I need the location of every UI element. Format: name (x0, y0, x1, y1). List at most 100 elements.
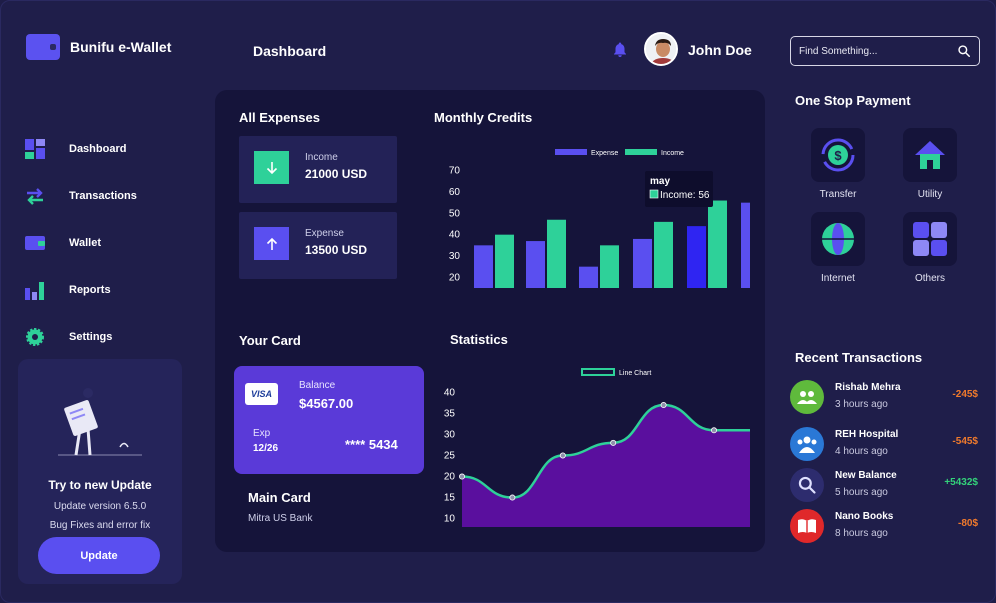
search-box[interactable]: Find Something... (790, 36, 980, 66)
pay-others[interactable]: Others (900, 212, 960, 284)
bar-income (547, 219, 566, 288)
transaction-item[interactable]: Nano Books 8 hours ago -80$ (790, 509, 990, 547)
chart-tooltip: may Income: 56 (645, 171, 713, 207)
data-point (660, 402, 667, 409)
legend-label-line: Line Chart (619, 370, 651, 377)
update-version: Update version 6.5.0 (53, 501, 147, 512)
pay-transfer[interactable]: $ Transfer (808, 128, 868, 200)
expense-card[interactable]: Expense 13500 USD (239, 212, 397, 279)
y-tick-label: 35 (444, 408, 456, 419)
legend-label-income: Income (661, 150, 684, 157)
transaction-time: 5 hours ago (835, 487, 888, 498)
transaction-item[interactable]: REH Hospital 4 hours ago -545$ (790, 427, 990, 465)
others-icon (903, 212, 957, 266)
pay-item-label: Transfer (819, 189, 857, 200)
data-point (509, 494, 516, 501)
income-label: Income (305, 152, 338, 163)
y-tick-label: 50 (449, 208, 461, 219)
bar-expense (633, 238, 652, 288)
bar-income (600, 245, 619, 288)
sidebar-item-label: Reports (69, 283, 111, 296)
search-icon[interactable] (957, 44, 971, 58)
svg-text:$: $ (834, 148, 842, 163)
transaction-name: REH Hospital (835, 429, 899, 440)
statistics-title: Statistics (450, 332, 508, 347)
bell-icon[interactable] (611, 41, 629, 59)
tooltip-title: may (650, 176, 670, 187)
data-point (610, 439, 617, 446)
legend-swatch-line (581, 368, 615, 376)
utility-icon (903, 128, 957, 182)
pay-item-label: Utility (917, 189, 943, 200)
bar-income (654, 221, 673, 288)
bar-expense (579, 266, 598, 288)
transaction-amount: +5432$ (944, 477, 978, 488)
transaction-time: 8 hours ago (835, 528, 888, 539)
credit-card[interactable]: VISA Balance $4567.00 Exp 12/26 **** 543… (234, 366, 424, 474)
data-point (710, 427, 717, 434)
sidebar-item-label: Transactions (69, 189, 137, 202)
transaction-amount: -545$ (952, 436, 978, 447)
income-card[interactable]: Income 21000 USD (239, 136, 397, 203)
card-number: **** 5434 (345, 437, 398, 452)
app-window: Bunifu e-Wallet Dashboard John Doe Find … (0, 0, 996, 603)
sidebar-item-reports[interactable]: Reports (25, 266, 137, 313)
sidebar-item-transactions[interactable]: Transactions (25, 172, 137, 219)
user-avatar-icon (646, 34, 676, 64)
y-tick-label: 30 (449, 251, 461, 262)
tooltip-text: Income: 56 (660, 190, 710, 201)
sidebar-item-wallet[interactable]: Wallet (25, 219, 137, 266)
card-bank: Mitra US Bank (248, 513, 313, 524)
bar-income (708, 200, 727, 288)
hospital-icon (790, 427, 824, 461)
y-tick-label: 10 (444, 514, 456, 525)
avatar[interactable] (644, 32, 678, 66)
balance-value: $4567.00 (299, 396, 354, 411)
arrow-up-icon (254, 227, 289, 260)
settings-icon (25, 327, 45, 347)
expiry-label: Exp (253, 428, 271, 439)
transaction-item[interactable]: New Balance 5 hours ago +5432$ (790, 468, 990, 506)
y-tick-label: 15 (444, 493, 456, 504)
legend-swatch-income (625, 149, 657, 155)
recent-transactions-title: Recent Transactions (795, 350, 923, 365)
bar-income (495, 234, 514, 288)
arrow-down-icon (254, 151, 289, 184)
sidebar-item-label: Dashboard (69, 142, 127, 155)
transaction-time: 3 hours ago (835, 399, 888, 410)
y-tick-label: 70 (449, 166, 461, 177)
sidebar-item-dashboard[interactable]: Dashboard (25, 125, 137, 172)
user-name[interactable]: John Doe (688, 42, 752, 58)
sidebar-item-label: Settings (69, 330, 113, 343)
update-button[interactable]: Update (38, 537, 160, 574)
expenses-title: All Expenses (239, 110, 320, 125)
transaction-name: Rishab Mehra (835, 382, 901, 393)
update-card: Try to new Update Update version 6.5.0 B… (18, 359, 182, 584)
sidebar-item-settings[interactable]: Settings (25, 313, 137, 360)
transaction-item[interactable]: Rishab Mehra 3 hours ago -245$ (790, 380, 990, 418)
y-tick-label: 20 (449, 272, 461, 283)
y-tick-label: 25 (444, 451, 456, 462)
pay-internet[interactable]: Internet (808, 212, 868, 284)
sidebar-item-label: Wallet (69, 236, 101, 249)
app-logo[interactable]: Bunifu e-Wallet (26, 34, 171, 60)
people-icon (790, 380, 824, 414)
main-panel: All Expenses Income 21000 USD Expense 13… (215, 90, 765, 552)
search-input[interactable]: Find Something... (799, 46, 957, 57)
internet-icon (811, 212, 865, 266)
transaction-name: New Balance (835, 470, 897, 481)
bar-expense (526, 241, 545, 288)
sidebar-nav: Dashboard Transactions Wallet Reports Se… (25, 125, 137, 360)
area-fill (462, 405, 750, 527)
y-tick-label: 60 (449, 187, 461, 198)
bar-expense (741, 202, 750, 288)
bar-expense (474, 245, 493, 288)
transaction-time: 4 hours ago (835, 446, 888, 457)
wallet-icon (25, 233, 45, 253)
y-tick-label: 20 (444, 472, 456, 483)
pay-utility[interactable]: Utility (900, 128, 960, 200)
update-illustration-icon (58, 388, 142, 456)
app-title: Bunifu e-Wallet (70, 39, 172, 55)
y-tick-label: 40 (449, 230, 461, 241)
page-title: Dashboard (253, 43, 327, 59)
